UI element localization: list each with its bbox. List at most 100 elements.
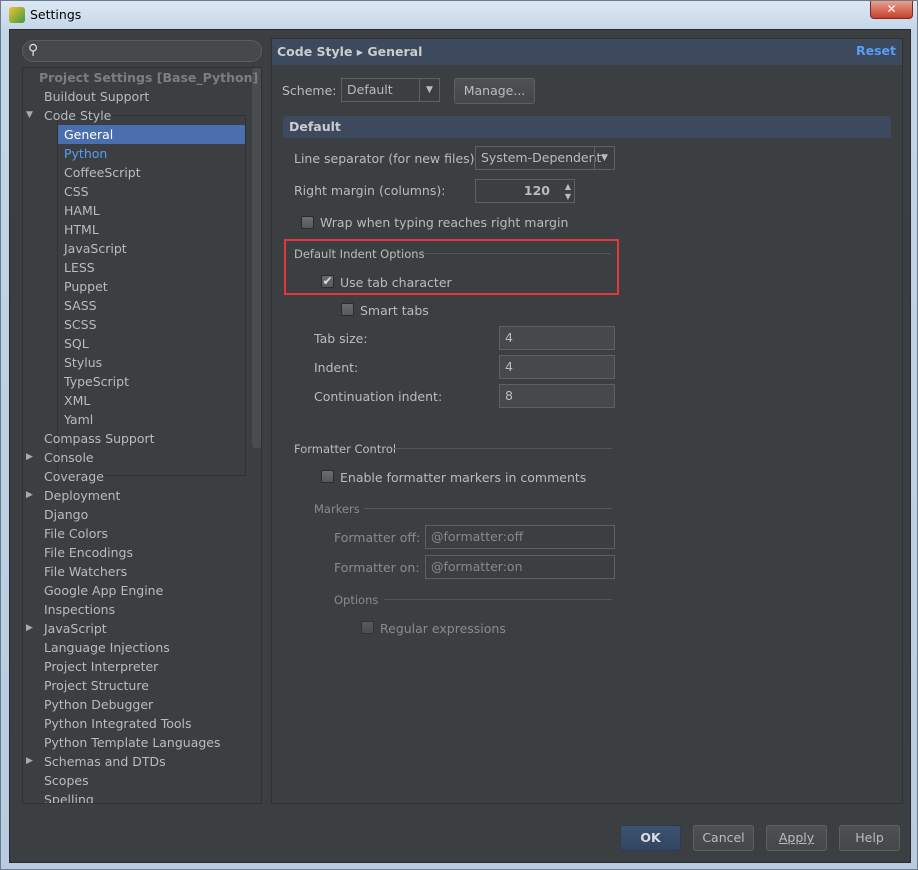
line-separator-label: Line separator (for new files): [294, 151, 479, 166]
tree-item-sql[interactable]: SQL [58, 334, 245, 353]
tree-item-label: File Watchers [44, 564, 128, 579]
tree-item-label: HAML [64, 203, 100, 218]
tree-item-python-template-languages[interactable]: Python Template Languages [23, 733, 251, 752]
smart-tabs-checkbox[interactable] [341, 303, 354, 316]
tree-item-python[interactable]: Python [58, 144, 245, 163]
tree-header: Project Settings [Base_Python] [39, 70, 259, 85]
tree-item-label: Language Injections [44, 640, 170, 655]
tree-item-inspections[interactable]: Inspections [23, 600, 251, 619]
tree-item-label: Console [44, 450, 94, 465]
tree-item-file-colors[interactable]: File Colors [23, 524, 251, 543]
tree-item-javascript[interactable]: JavaScript [58, 239, 245, 258]
tree-item-project-structure[interactable]: Project Structure [23, 676, 251, 695]
spinner-arrows-icon[interactable]: ▲ ▼ [565, 180, 571, 202]
tree-item-python-debugger[interactable]: Python Debugger [23, 695, 251, 714]
tree-item-file-watchers[interactable]: File Watchers [23, 562, 251, 581]
tree-item-label: Python Debugger [44, 697, 154, 712]
tree-item-general[interactable]: General [58, 125, 245, 144]
cancel-button[interactable]: Cancel [693, 825, 754, 851]
enable-markers-checkbox[interactable] [321, 470, 334, 483]
tree-item-label: Deployment [44, 488, 121, 503]
tree-item-label: Spelling [44, 792, 94, 804]
apply-button[interactable]: Apply [766, 825, 827, 851]
tree-item-yaml[interactable]: Yaml [58, 410, 245, 429]
tree-item-schemas-and-dtds[interactable]: ▶ Schemas and DTDs [23, 752, 251, 771]
group-divider [364, 508, 612, 509]
tree-item-language-injections[interactable]: Language Injections [23, 638, 251, 657]
tree-item-label: Python [64, 146, 108, 161]
tree-item-haml[interactable]: HAML [58, 201, 245, 220]
tree-item-sass[interactable]: SASS [58, 296, 245, 315]
tree-item-google-app-engine[interactable]: Google App Engine [23, 581, 251, 600]
title-bar: Settings ✕ [1, 1, 917, 29]
tree-item-xml[interactable]: XML [58, 391, 245, 410]
tree-item-code-style[interactable]: ▼ Code Style [23, 106, 251, 125]
ok-button[interactable]: OK [620, 825, 681, 851]
tree-item-buildout-support[interactable]: Buildout Support [23, 87, 251, 106]
tree-item-console[interactable]: ▶ Console [23, 448, 251, 467]
tree-item-stylus[interactable]: Stylus [58, 353, 245, 372]
line-separator-select[interactable]: System-Dependent ▼ [475, 146, 615, 170]
scheme-value: Default [347, 82, 393, 97]
tree-item-label: Scopes [44, 773, 89, 788]
tree-item-file-encodings[interactable]: File Encodings [23, 543, 251, 562]
tree-item-label: Puppet [64, 279, 108, 294]
tree-item-label: Yaml [64, 412, 94, 427]
tree-item-puppet[interactable]: Puppet [58, 277, 245, 296]
collapsed-arrow-icon[interactable]: ▶ [26, 448, 33, 467]
chevron-down-icon: ▼ [419, 79, 439, 101]
collapsed-arrow-icon[interactable]: ▶ [26, 486, 33, 505]
tree-item-label: Stylus [64, 355, 103, 370]
tree-item-coverage[interactable]: Coverage [23, 467, 251, 486]
formatter-on-input[interactable]: @formatter:on [425, 555, 615, 579]
pycharm-app-icon [9, 7, 25, 23]
settings-search-input[interactable]: ⚲ [22, 40, 262, 62]
close-button[interactable]: ✕ [870, 1, 913, 19]
tree-item-label: Compass Support [44, 431, 155, 446]
wrap-checkbox[interactable] [301, 216, 314, 229]
tree-item-label: File Colors [44, 526, 109, 541]
tree-item-scss[interactable]: SCSS [58, 315, 245, 334]
tree-item-compass-support[interactable]: Compass Support [23, 429, 251, 448]
expanded-arrow-icon[interactable]: ▼ [26, 106, 33, 125]
scheme-select[interactable]: Default ▼ [341, 78, 440, 102]
tree-item-javascript[interactable]: ▶ JavaScript [23, 619, 251, 638]
enable-markers-label: Enable formatter markers in comments [340, 470, 587, 485]
tree-item-coffeescript[interactable]: CoffeeScript [58, 163, 245, 182]
tree-scrollbar[interactable] [252, 68, 261, 448]
tree-item-spelling[interactable]: Spelling [23, 790, 251, 804]
tree-item-label: Project Interpreter [44, 659, 159, 674]
tree-item-label: TypeScript [64, 374, 129, 389]
group-divider [384, 599, 612, 600]
tree-item-deployment[interactable]: ▶ Deployment [23, 486, 251, 505]
settings-panel: Code Style ▸ General Reset Scheme: Defau… [271, 38, 903, 804]
help-button[interactable]: Help [839, 825, 900, 851]
regex-checkbox[interactable] [361, 621, 374, 634]
indent-label: Indent: [314, 360, 359, 375]
tree-item-django[interactable]: Django [23, 505, 251, 524]
tree-item-project-interpreter[interactable]: Project Interpreter [23, 657, 251, 676]
tree-item-scopes[interactable]: Scopes [23, 771, 251, 790]
tree-item-python-integrated-tools[interactable]: Python Integrated Tools [23, 714, 251, 733]
collapsed-arrow-icon[interactable]: ▶ [26, 752, 33, 771]
markers-group-label: Markers [314, 502, 360, 516]
tab-size-input[interactable]: 4 [499, 326, 615, 350]
use-tab-checkbox[interactable]: ✔ [321, 275, 334, 288]
right-margin-input[interactable]: 120 ▲ ▼ [475, 179, 575, 203]
tree-item-label: Python Integrated Tools [44, 716, 192, 731]
tree-item-label: LESS [64, 260, 95, 275]
tree-item-typescript[interactable]: TypeScript [58, 372, 245, 391]
formatter-off-input[interactable]: @formatter:off [425, 525, 615, 549]
continuation-indent-input[interactable]: 8 [499, 384, 615, 408]
settings-tree: Project Settings [Base_Python] Buildout S… [22, 67, 262, 804]
tree-item-css[interactable]: CSS [58, 182, 245, 201]
tree-item-label: CSS [64, 184, 89, 199]
options-group-label: Options [334, 593, 379, 607]
tree-item-html[interactable]: HTML [58, 220, 245, 239]
manage-button[interactable]: Manage... [454, 78, 535, 104]
reset-link[interactable]: Reset [856, 39, 896, 63]
tree-item-less[interactable]: LESS [58, 258, 245, 277]
indent-input[interactable]: 4 [499, 355, 615, 379]
tree-item-label: General [64, 127, 114, 142]
collapsed-arrow-icon[interactable]: ▶ [26, 619, 33, 638]
